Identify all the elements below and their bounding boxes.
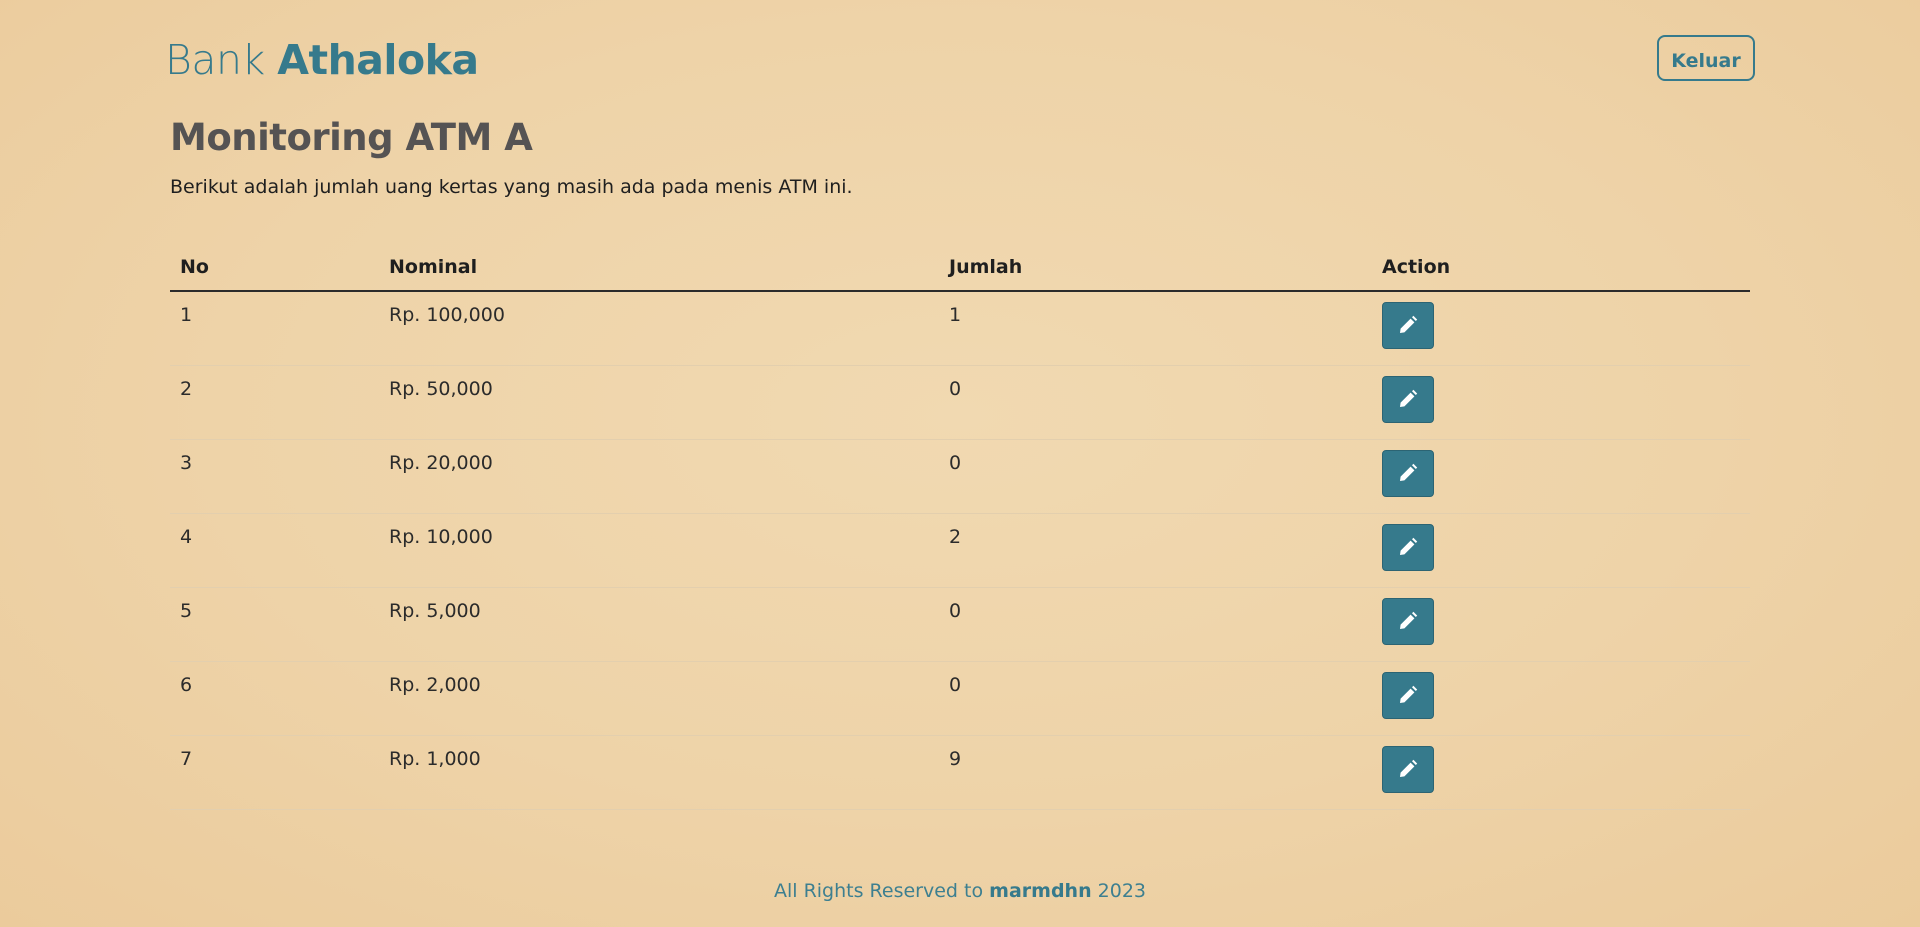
table-row: 5 Rp. 5,000 0 <box>170 587 1750 662</box>
cell-action <box>1372 513 1750 588</box>
table-row: 3 Rp. 20,000 0 <box>170 439 1750 514</box>
cell-jumlah: 1 <box>939 291 1372 366</box>
column-header-no: No <box>170 242 379 292</box>
cell-no: 5 <box>170 587 379 662</box>
cell-nominal: Rp. 100,000 <box>379 291 939 366</box>
edit-button[interactable] <box>1382 524 1434 571</box>
footer-year: 2023 <box>1097 880 1147 902</box>
cell-nominal: Rp. 20,000 <box>379 439 939 514</box>
cell-no: 4 <box>170 513 379 588</box>
atm-cash-table: No Nominal Jumlah Action 1 Rp. 100,000 1… <box>170 242 1750 810</box>
logout-button[interactable]: Keluar <box>1657 35 1755 81</box>
column-header-nominal: Nominal <box>379 242 939 292</box>
cell-jumlah: 0 <box>939 439 1372 514</box>
cell-nominal: Rp. 50,000 <box>379 365 939 440</box>
cell-action <box>1372 365 1750 440</box>
edit-button[interactable] <box>1382 746 1434 793</box>
edit-button[interactable] <box>1382 450 1434 497</box>
brand-logo[interactable]: Bank Athaloka <box>165 34 479 86</box>
table-row: 1 Rp. 100,000 1 <box>170 291 1750 366</box>
cell-no: 1 <box>170 291 379 366</box>
page-footer: All Rights Reserved to marmdhn 2023 <box>0 880 1920 902</box>
cell-nominal: Rp. 5,000 <box>379 587 939 662</box>
brand-name-bold: Athaloka <box>277 36 479 84</box>
table-row: 4 Rp. 10,000 2 <box>170 513 1750 588</box>
cell-nominal: Rp. 10,000 <box>379 513 939 588</box>
table-row: 7 Rp. 1,000 9 <box>170 735 1750 810</box>
edit-button[interactable] <box>1382 302 1434 349</box>
cell-no: 7 <box>170 735 379 810</box>
cell-no: 2 <box>170 365 379 440</box>
footer-prefix: All Rights Reserved to <box>773 880 984 902</box>
edit-button[interactable] <box>1382 598 1434 645</box>
table-header-row: No Nominal Jumlah Action <box>170 242 1750 292</box>
cell-action <box>1372 661 1750 736</box>
page-title: Monitoring ATM A <box>170 116 533 159</box>
pencil-icon <box>1400 685 1418 703</box>
cell-action <box>1372 587 1750 662</box>
cell-action <box>1372 735 1750 810</box>
table-row: 2 Rp. 50,000 0 <box>170 365 1750 440</box>
cell-nominal: Rp. 2,000 <box>379 661 939 736</box>
brand-name-light: Bank <box>165 36 265 84</box>
pencil-icon <box>1400 611 1418 629</box>
cell-jumlah: 2 <box>939 513 1372 588</box>
edit-button[interactable] <box>1382 376 1434 423</box>
table-body: 1 Rp. 100,000 1 2 Rp. 50,000 0 3 Rp. 20,… <box>170 291 1750 810</box>
cell-jumlah: 9 <box>939 735 1372 810</box>
column-header-action: Action <box>1372 242 1750 292</box>
pencil-icon <box>1400 389 1418 407</box>
cell-jumlah: 0 <box>939 661 1372 736</box>
cell-nominal: Rp. 1,000 <box>379 735 939 810</box>
pencil-icon <box>1400 537 1418 555</box>
page-subtitle: Berikut adalah jumlah uang kertas yang m… <box>170 176 853 198</box>
pencil-icon <box>1400 315 1418 333</box>
footer-author: marmdhn <box>989 880 1092 902</box>
cell-action <box>1372 439 1750 514</box>
cell-jumlah: 0 <box>939 365 1372 440</box>
cell-no: 3 <box>170 439 379 514</box>
column-header-jumlah: Jumlah <box>939 242 1372 292</box>
table-row: 6 Rp. 2,000 0 <box>170 661 1750 736</box>
pencil-icon <box>1400 759 1418 777</box>
cell-jumlah: 0 <box>939 587 1372 662</box>
cell-action <box>1372 291 1750 366</box>
pencil-icon <box>1400 463 1418 481</box>
edit-button[interactable] <box>1382 672 1434 719</box>
top-bar: Bank Athaloka Keluar <box>165 30 1755 90</box>
cell-no: 6 <box>170 661 379 736</box>
